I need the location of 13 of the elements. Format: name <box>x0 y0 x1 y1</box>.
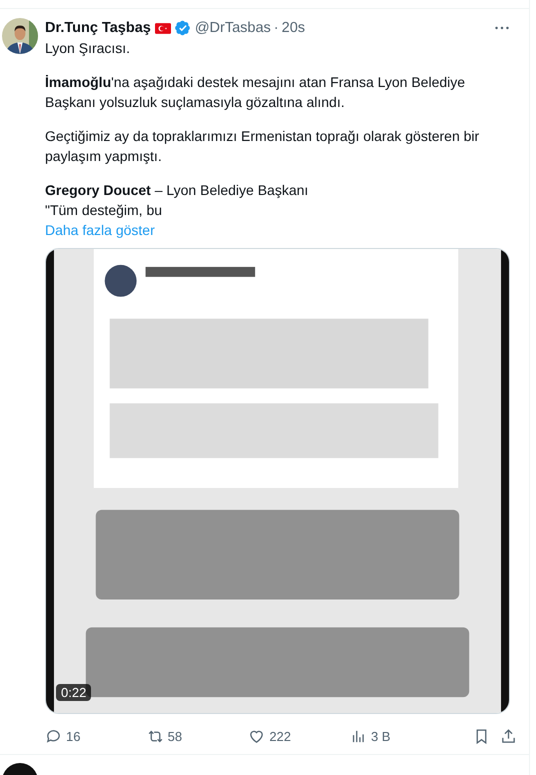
action-button[interactable]: 222 <box>248 726 324 746</box>
post-text: Gregory Doucet – Lyon Belediye Başkanı "Tüm desteğim, bu <box>45 181 310 220</box>
author-handle[interactable]: @DrTasbas <box>194 20 271 36</box>
post-time[interactable]: 20s <box>282 20 306 36</box>
post-text: Lyon Şıracısı. <box>45 39 132 58</box>
author-name[interactable]: Dr.Tunç Taşbaş <box>45 20 151 36</box>
action-button[interactable]: 3 B <box>350 726 425 746</box>
post-text: İmamoğlu'na aşağıdaki destek mesajını atan Fransa Lyon Belediye Başkanı yolsuzluk suçlamasıyla gözaltına alındı. <box>45 73 466 112</box>
video-duration: 0:22 <box>56 684 92 701</box>
post-text: Geçtiğimiz ay da topraklarımızı Ermenistan toprağı olarak gösteren bir paylaşım yapmıştı. <box>45 127 480 166</box>
action-button[interactable]: 58 <box>146 726 222 746</box>
action-button[interactable]: 16 <box>45 726 120 746</box>
separator-dot: · <box>274 20 279 36</box>
